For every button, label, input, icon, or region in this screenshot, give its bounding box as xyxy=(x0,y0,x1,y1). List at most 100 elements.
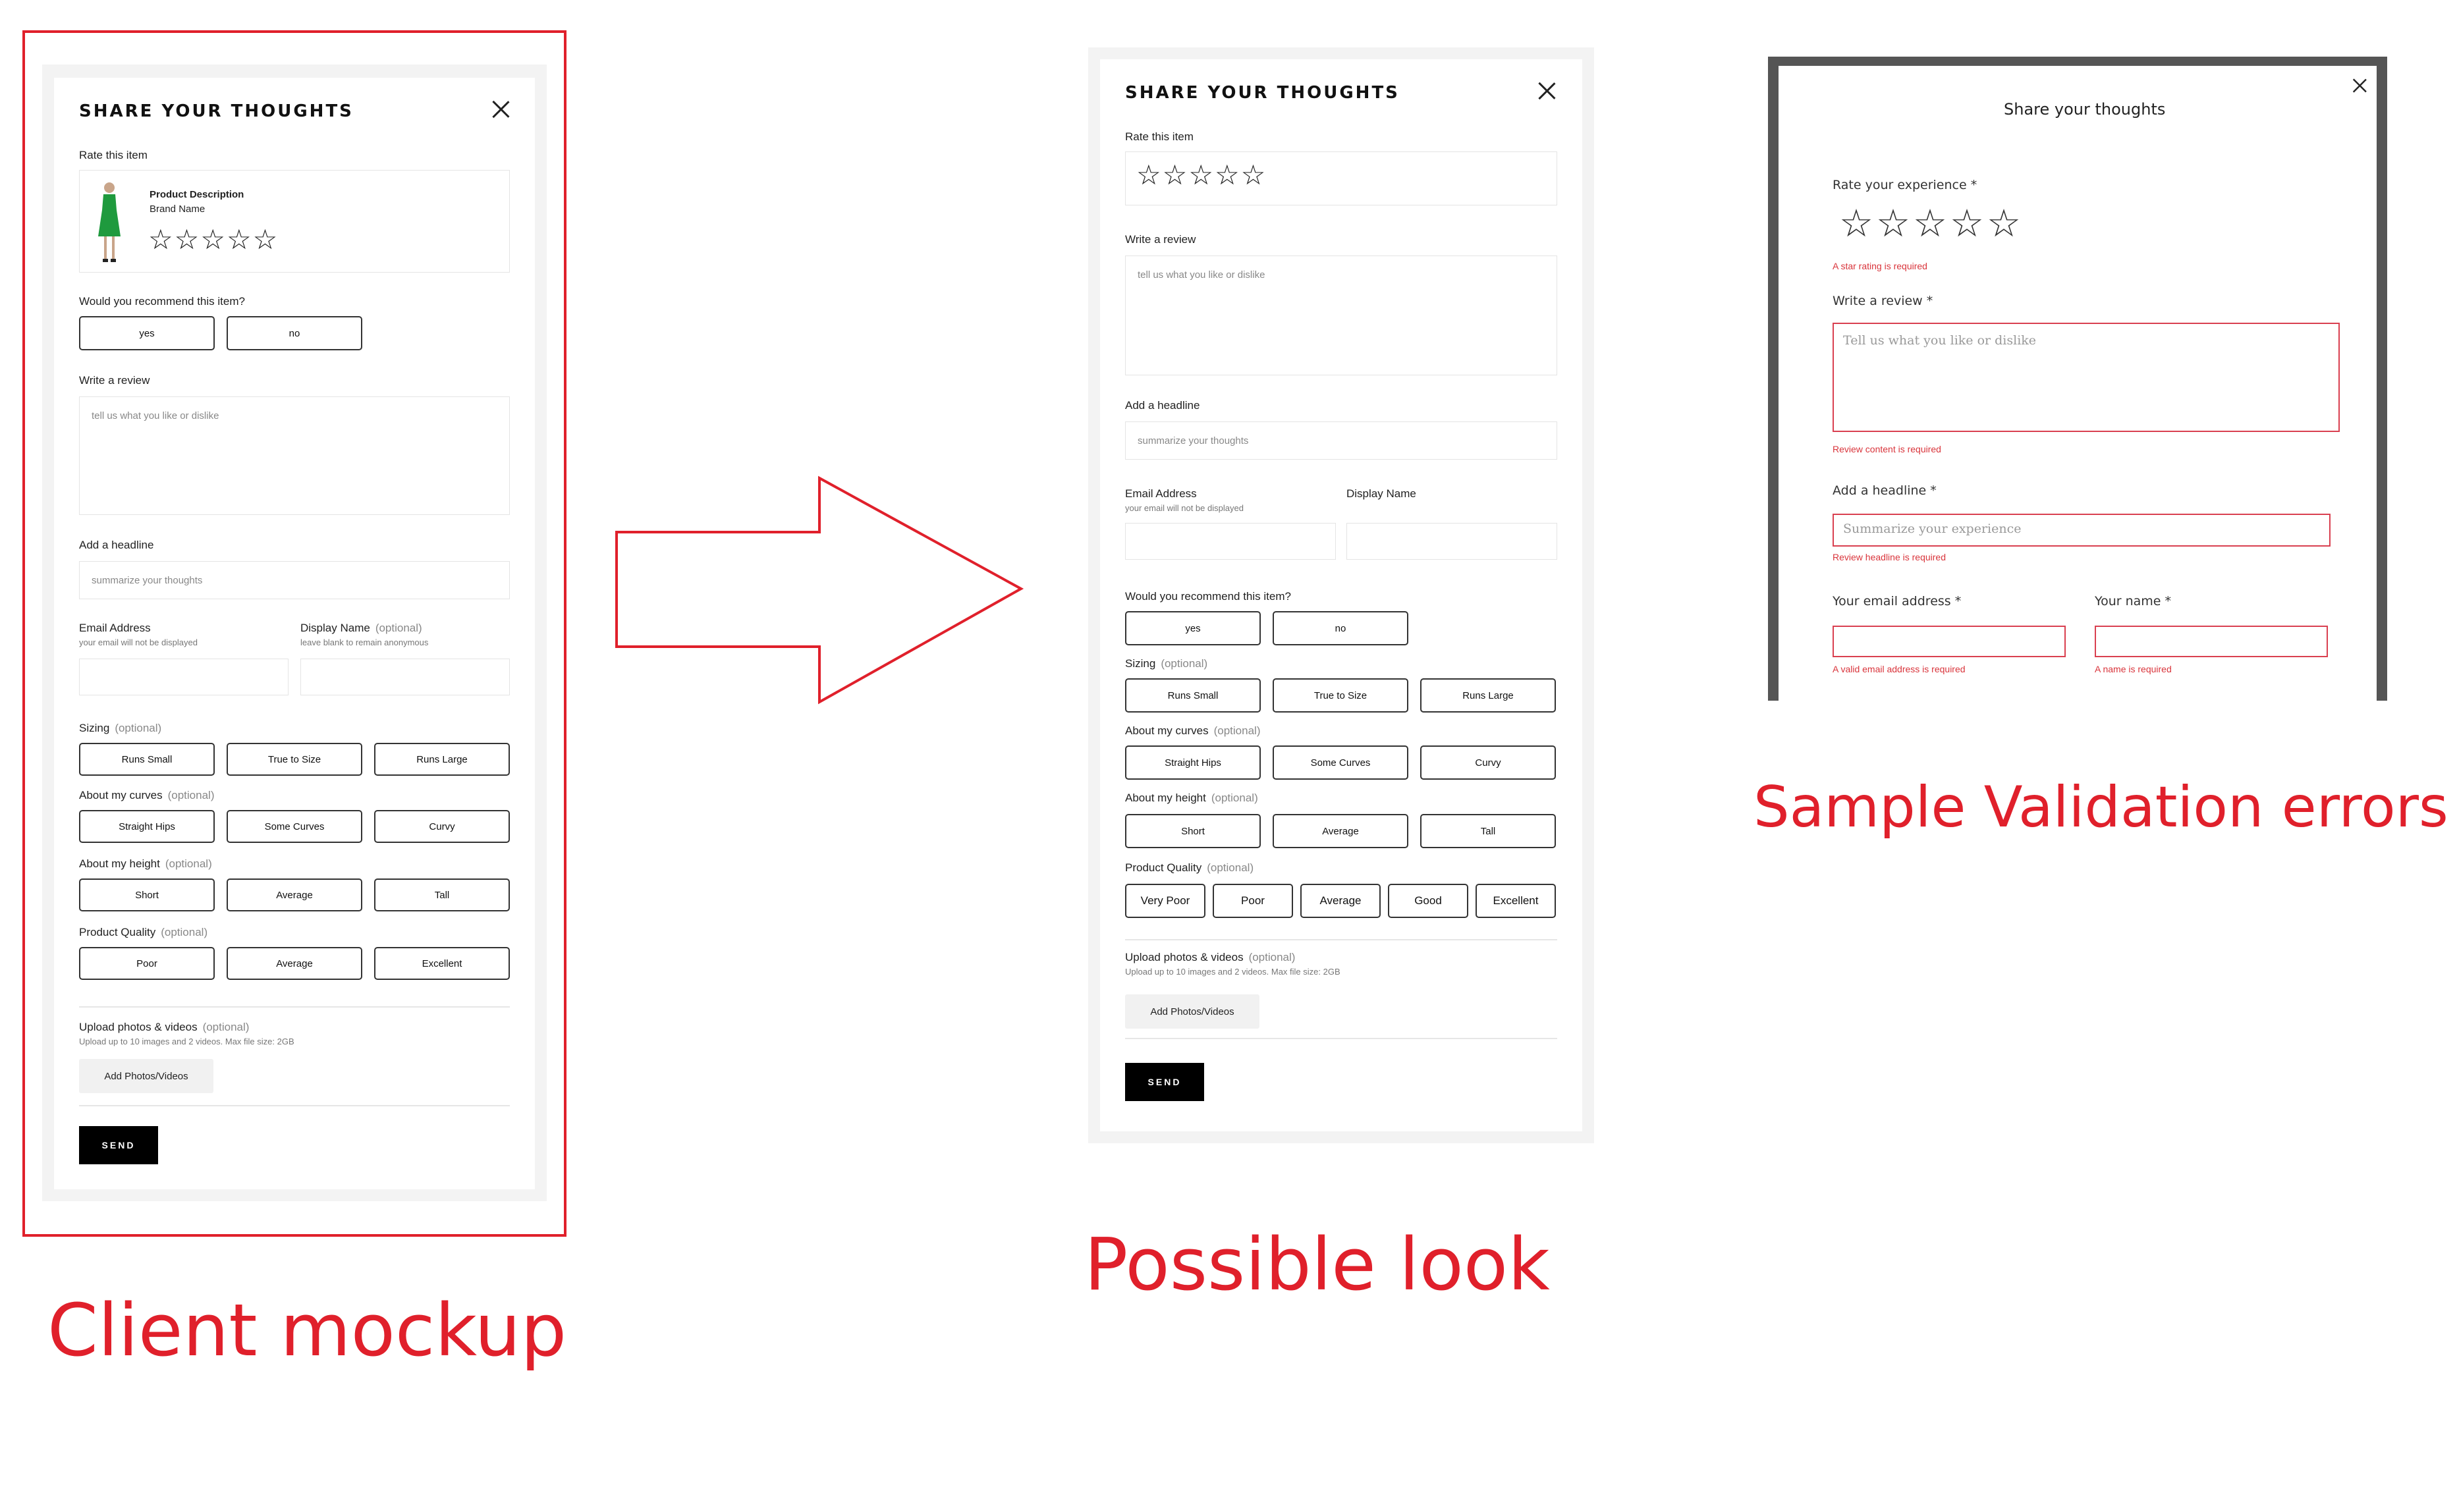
review-textarea[interactable]: tell us what you like or dislike xyxy=(1125,256,1557,375)
star-icon[interactable]: ☆ xyxy=(1950,204,1984,242)
star-icon[interactable]: ☆ xyxy=(1163,161,1188,189)
curves-label: About my curves (optional) xyxy=(79,789,214,802)
quality-average-button[interactable]: Average xyxy=(227,947,362,980)
sizing-runs-large-button[interactable]: Runs Large xyxy=(374,743,510,776)
star-rating[interactable]: ☆ ☆ ☆ ☆ ☆ xyxy=(148,226,277,254)
curves-curvy-button[interactable]: Curvy xyxy=(374,810,510,843)
height-tall-button[interactable]: Tall xyxy=(374,878,510,911)
height-average-button[interactable]: Average xyxy=(227,878,362,911)
star-icon[interactable]: ☆ xyxy=(1876,204,1910,242)
quality-excellent-button[interactable]: Excellent xyxy=(374,947,510,980)
height-short-button[interactable]: Short xyxy=(1125,814,1261,848)
star-icon[interactable]: ☆ xyxy=(227,226,252,254)
email-label: Email Address xyxy=(1125,487,1197,500)
add-photos-button[interactable]: Add Photos/Videos xyxy=(1125,994,1259,1029)
client-mockup-form: SHARE YOUR THOUGHTS Rate this item Produ… xyxy=(54,78,535,1189)
headline-label: Add a headline xyxy=(1125,399,1200,412)
star-icon[interactable]: ☆ xyxy=(1136,161,1161,189)
upload-text: Upload photos & videos xyxy=(79,1021,198,1033)
email-input[interactable] xyxy=(1125,523,1336,560)
height-label: About my height (optional) xyxy=(79,857,212,871)
close-icon[interactable] xyxy=(1537,82,1556,100)
quality-excellent-button[interactable]: Excellent xyxy=(1476,884,1556,918)
email-input[interactable] xyxy=(79,659,289,695)
display-name-input[interactable] xyxy=(300,659,510,695)
form-title: Share your thoughts xyxy=(2004,100,2166,119)
send-button[interactable]: SEND xyxy=(1125,1063,1204,1101)
quality-poor-button[interactable]: Poor xyxy=(1213,884,1293,918)
quality-average-button[interactable]: Average xyxy=(1300,884,1381,918)
curves-optional: (optional) xyxy=(1213,724,1261,737)
quality-very-poor-button[interactable]: Very Poor xyxy=(1125,884,1205,918)
star-icon[interactable]: ☆ xyxy=(1987,204,2021,242)
star-icon[interactable]: ☆ xyxy=(175,226,200,254)
height-tall-button[interactable]: Tall xyxy=(1420,814,1556,848)
star-icon[interactable]: ☆ xyxy=(1241,161,1266,189)
sizing-text: Sizing xyxy=(1125,657,1156,670)
review-label: Write a review xyxy=(1125,233,1196,246)
quality-poor-button[interactable]: Poor xyxy=(79,947,215,980)
star-icon[interactable]: ☆ xyxy=(1188,161,1213,189)
star-icon[interactable]: ☆ xyxy=(1215,161,1240,189)
headline-placeholder: Summarize your experience xyxy=(1843,522,2022,536)
height-average-button[interactable]: Average xyxy=(1273,814,1408,848)
star-icon[interactable]: ☆ xyxy=(1839,204,1873,242)
upload-label: Upload photos & videos (optional) xyxy=(1125,951,1295,964)
close-icon[interactable] xyxy=(491,100,510,119)
quality-text: Product Quality xyxy=(79,926,156,938)
headline-label: Add a headline * xyxy=(1833,483,1937,498)
arrow-right-icon xyxy=(615,475,1024,705)
star-rating[interactable]: ☆ ☆ ☆ ☆ ☆ xyxy=(1839,204,2021,242)
display-name-text: Display Name xyxy=(300,622,370,634)
email-hint: your email will not be displayed xyxy=(1125,503,1244,513)
star-icon[interactable]: ☆ xyxy=(148,226,173,254)
height-short-button[interactable]: Short xyxy=(79,878,215,911)
headline-input[interactable]: summarize your thoughts xyxy=(79,561,510,599)
star-icon[interactable]: ☆ xyxy=(253,226,278,254)
display-name-input[interactable] xyxy=(1346,523,1557,560)
divider xyxy=(79,1105,510,1106)
validation-sample-form: Share your thoughts Rate your experience… xyxy=(1779,66,2377,701)
caption-validation-errors: Sample Validation errors xyxy=(1753,774,2448,840)
form-title: SHARE YOUR THOUGHTS xyxy=(1125,83,1400,103)
headline-input[interactable]: summarize your thoughts xyxy=(1125,421,1557,460)
sizing-true-to-size-button[interactable]: True to Size xyxy=(227,743,362,776)
recommend-no-button[interactable]: no xyxy=(1273,611,1408,645)
sizing-runs-small-button[interactable]: Runs Small xyxy=(1125,678,1261,713)
email-hint: your email will not be displayed xyxy=(79,637,198,647)
curves-curvy-button[interactable]: Curvy xyxy=(1420,745,1556,780)
caption-client-mockup: Client mockup xyxy=(47,1288,567,1372)
curves-some-curves-button[interactable]: Some Curves xyxy=(227,810,362,843)
curves-some-curves-button[interactable]: Some Curves xyxy=(1273,745,1408,780)
curves-straight-hips-button[interactable]: Straight Hips xyxy=(1125,745,1261,780)
review-textarea[interactable]: Tell us what you like or dislike xyxy=(1833,323,2340,432)
display-name-hint: leave blank to remain anonymous xyxy=(300,637,429,647)
star-rating[interactable]: ☆ ☆ ☆ ☆ ☆ xyxy=(1136,161,1265,189)
name-input[interactable] xyxy=(2095,626,2328,657)
display-name-label: Display Name xyxy=(1346,487,1416,500)
send-button[interactable]: SEND xyxy=(79,1126,158,1164)
recommend-yes-button[interactable]: yes xyxy=(79,316,215,350)
sizing-label: Sizing (optional) xyxy=(79,722,161,735)
curves-optional: (optional) xyxy=(167,789,215,801)
recommend-no-button[interactable]: no xyxy=(227,316,362,350)
star-icon[interactable]: ☆ xyxy=(1913,204,1947,242)
close-icon[interactable] xyxy=(2352,78,2367,93)
headline-input[interactable]: Summarize your experience xyxy=(1833,514,2331,547)
review-textarea[interactable]: tell us what you like or dislike xyxy=(79,396,510,515)
sizing-runs-small-button[interactable]: Runs Small xyxy=(79,743,215,776)
quality-good-button[interactable]: Good xyxy=(1388,884,1468,918)
divider xyxy=(1125,1038,1557,1039)
email-input[interactable] xyxy=(1833,626,2066,657)
rate-label: Rate your experience * xyxy=(1833,178,1977,192)
sizing-true-to-size-button[interactable]: True to Size xyxy=(1273,678,1408,713)
recommend-yes-button[interactable]: yes xyxy=(1125,611,1261,645)
add-photos-button[interactable]: Add Photos/Videos xyxy=(79,1059,213,1093)
email-label: Your email address * xyxy=(1833,594,1962,608)
sizing-runs-large-button[interactable]: Runs Large xyxy=(1420,678,1556,713)
curves-straight-hips-button[interactable]: Straight Hips xyxy=(79,810,215,843)
review-placeholder: Tell us what you like or dislike xyxy=(1843,333,2037,348)
star-icon[interactable]: ☆ xyxy=(200,226,225,254)
headline-placeholder: summarize your thoughts xyxy=(92,575,203,586)
upload-optional: (optional) xyxy=(1248,951,1296,963)
